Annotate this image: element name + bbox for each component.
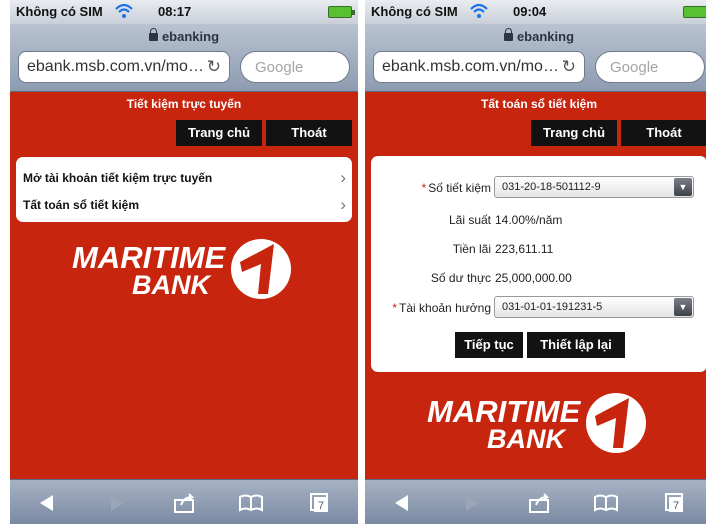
forward-icon[interactable] [459, 491, 485, 515]
menu-list: Mở tài khoản tiết kiệm trực tuyến › Tất … [16, 157, 352, 222]
page-heading: Tiết kiệm trực tuyến [126, 97, 242, 111]
exit-button[interactable]: Thoát [266, 120, 352, 146]
logo-emblem-icon [231, 239, 291, 299]
browser-title-text: ebanking [516, 29, 575, 44]
interest-rate-row: Lãi suất 14.00%/năm [371, 208, 706, 232]
search-field[interactable]: Google [240, 51, 350, 83]
savings-book-value: 031-20-18-501112-9 [502, 181, 601, 193]
battery-icon [683, 6, 706, 18]
browser-toolbar: 7 [365, 479, 706, 524]
logo-text-line2: BANK [487, 424, 565, 454]
menu-item-open-savings[interactable]: Mở tài khoản tiết kiệm trực tuyến › [16, 162, 352, 190]
exit-button[interactable]: Thoát [621, 120, 706, 146]
clock: 08:17 [158, 4, 192, 19]
home-button[interactable]: Trang chủ [176, 120, 262, 146]
interest-rate-value: 14.00%/năm [495, 213, 563, 227]
menu-item-settle-savings[interactable]: Tất toán sổ tiết kiệm › [16, 189, 352, 217]
required-mark: * [392, 301, 398, 315]
forward-icon[interactable] [104, 491, 130, 515]
interest-rate-label: Lãi suất [448, 213, 491, 227]
beneficiary-label-text: Tài khoản hưởng [399, 301, 491, 315]
search-placeholder: Google [610, 59, 659, 76]
dropdown-arrow-icon: ▼ [674, 178, 692, 196]
tabs-count: 7 [673, 500, 679, 512]
address-text: ebank.msb.com.vn/mo… [382, 58, 559, 75]
interest-label: Tiền lãi [452, 242, 491, 256]
lock-icon [148, 28, 158, 41]
back-icon[interactable] [34, 491, 60, 515]
browser-page-title: ebanking [365, 28, 706, 44]
maritime-bank-logo: MARITIME BANK [68, 232, 298, 306]
required-mark: * [421, 181, 427, 195]
phone-screen-left: Không có SIM 08:17 ebanking ebank.msb.co… [10, 0, 358, 524]
savings-book-label-text: Số tiết kiệm [428, 181, 491, 195]
reload-icon[interactable]: ↻ [207, 57, 221, 77]
browser-bar: ebanking ebank.msb.com.vn/mo… ↻ Google [10, 24, 358, 92]
savings-book-label: * Số tiết kiệm [422, 181, 491, 195]
logo-emblem-icon [586, 393, 646, 453]
interest-row: Tiền lãi 223,611.11 [371, 237, 706, 261]
logo-text-line2: BANK [132, 270, 210, 300]
bookmarks-icon[interactable] [593, 491, 619, 515]
share-icon[interactable] [172, 491, 198, 515]
beneficiary-label: * Tài khoản hưởng [392, 301, 491, 315]
interest-value: 223,611.11 [495, 242, 554, 256]
lock-icon [503, 28, 513, 41]
bookmarks-icon[interactable] [238, 491, 264, 515]
menu-item-label: Tất toán sổ tiết kiệm [23, 198, 140, 212]
search-field[interactable]: Google [595, 51, 705, 83]
battery-icon [328, 6, 355, 18]
chevron-right-icon: › [340, 195, 346, 214]
tabs-icon[interactable]: 7 [306, 491, 332, 515]
home-button[interactable]: Trang chủ [531, 120, 617, 146]
balance-label: Số dư thực [430, 271, 491, 285]
menu-item-label: Mở tài khoản tiết kiệm trực tuyến [23, 171, 213, 185]
reload-icon[interactable]: ↻ [562, 57, 576, 77]
maritime-bank-logo: MARITIME BANK [423, 386, 653, 460]
dropdown-arrow-icon: ▼ [674, 298, 692, 316]
browser-page-title: ebanking [10, 28, 358, 44]
browser-bar: ebanking ebank.msb.com.vn/mo… ↻ Google [365, 24, 706, 92]
search-placeholder: Google [255, 59, 304, 76]
reset-button[interactable]: Thiết lập lại [527, 332, 625, 358]
wifi-icon [115, 3, 133, 18]
balance-row: Số dư thực 25,000,000.00 [371, 266, 706, 290]
tabs-icon[interactable]: 7 [661, 491, 687, 515]
status-bar: Không có SIM 08:17 [10, 0, 358, 24]
tabs-count: 7 [318, 500, 324, 512]
clock: 09:04 [513, 4, 547, 19]
browser-title-text: ebanking [161, 29, 220, 44]
savings-book-select[interactable]: 031-20-18-501112-9 ▼ [494, 176, 694, 198]
carrier-label: Không có SIM [371, 4, 458, 19]
savings-book-row: * Số tiết kiệm 031-20-18-501112-9 ▼ [371, 176, 706, 200]
balance-value: 25,000,000.00 [495, 271, 572, 285]
back-icon[interactable] [389, 491, 415, 515]
beneficiary-row: * Tài khoản hưởng 031-01-01-191231-5 ▼ [371, 296, 706, 320]
status-bar: Không có SIM 09:04 [365, 0, 706, 24]
browser-toolbar: 7 [10, 479, 358, 524]
page-heading: Tất toán sổ tiết kiệm [480, 97, 598, 111]
address-field[interactable]: ebank.msb.com.vn/mo… ↻ [373, 51, 585, 83]
carrier-label: Không có SIM [16, 4, 103, 19]
continue-button[interactable]: Tiếp tục [455, 332, 523, 358]
address-text: ebank.msb.com.vn/mo… [27, 58, 204, 75]
settle-savings-form: * Số tiết kiệm 031-20-18-501112-9 ▼ Lãi s… [371, 156, 706, 372]
wifi-icon [470, 3, 488, 18]
share-icon[interactable] [527, 491, 553, 515]
address-field[interactable]: ebank.msb.com.vn/mo… ↻ [18, 51, 230, 83]
beneficiary-value: 031-01-01-191231-5 [502, 301, 603, 313]
phone-screen-right: Không có SIM 09:04 ebanking ebank.msb.co… [365, 0, 706, 524]
beneficiary-account-select[interactable]: 031-01-01-191231-5 ▼ [494, 296, 694, 318]
chevron-right-icon: › [340, 168, 346, 187]
